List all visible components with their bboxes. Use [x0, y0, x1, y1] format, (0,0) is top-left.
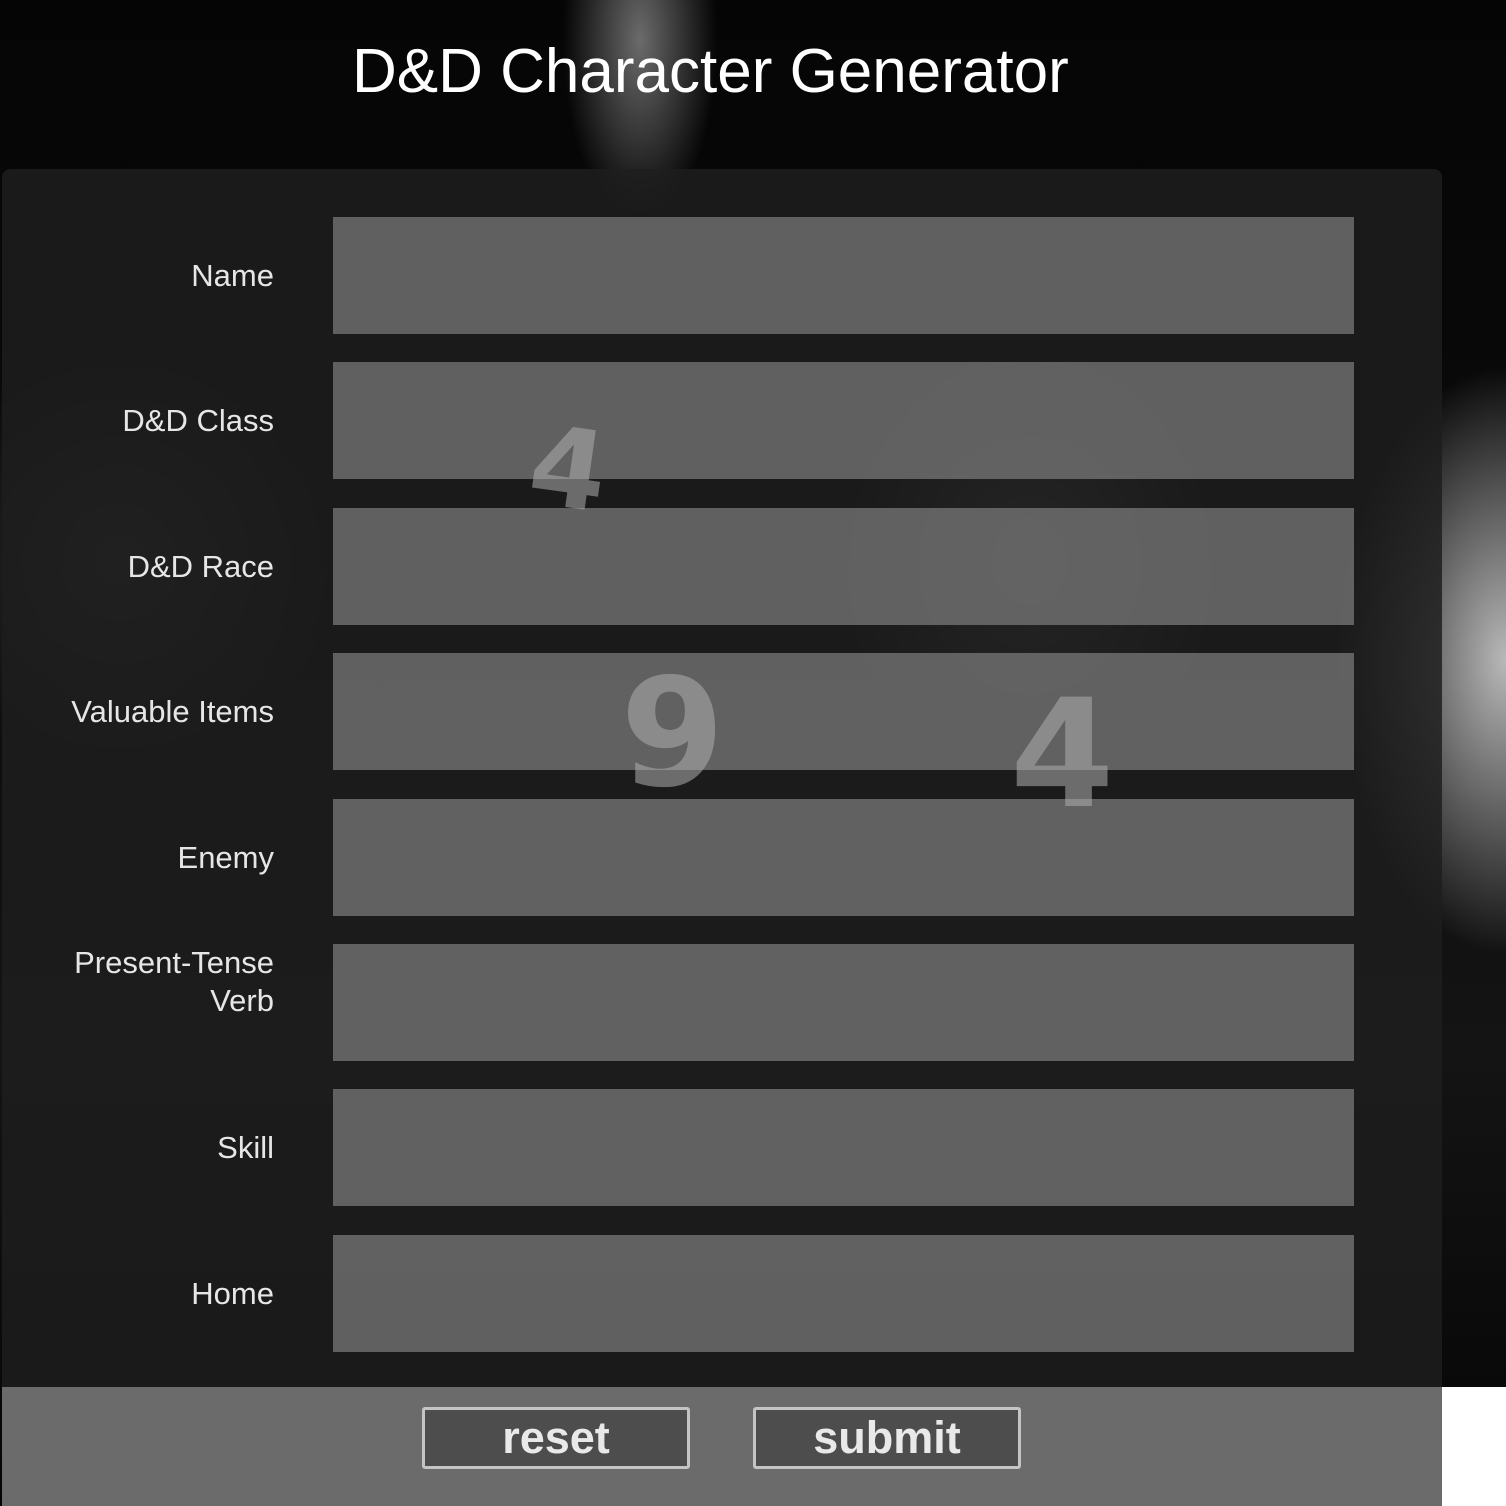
form-row-skill: Skill: [2, 1089, 1442, 1206]
class-label: D&D Class: [122, 402, 274, 438]
valuable-items-input[interactable]: [333, 653, 1354, 770]
name-label: Name: [191, 257, 274, 293]
form-row-home: Home: [2, 1235, 1442, 1352]
race-input[interactable]: [333, 508, 1354, 625]
form-row-verb: Present-Tense Verb: [2, 944, 1442, 1061]
home-label: Home: [191, 1275, 274, 1311]
form-row-class: D&D Class: [2, 362, 1442, 479]
valuable-items-label: Valuable Items: [71, 693, 274, 729]
verb-label: Present-Tense Verb: [74, 945, 274, 1018]
verb-input[interactable]: [333, 944, 1354, 1061]
background-image-edge: [1442, 1387, 1506, 1506]
race-label: D&D Race: [127, 548, 274, 584]
page-title: D&D Character Generator: [352, 37, 1069, 106]
form-actions: reset submit: [2, 1387, 1442, 1506]
character-form: Name D&D Class D&D Race Valuable Items E…: [2, 169, 1442, 1387]
form-row-race: D&D Race: [2, 508, 1442, 625]
form-row-enemy: Enemy: [2, 799, 1442, 916]
form-row-name: Name: [2, 217, 1442, 334]
reset-button[interactable]: reset: [422, 1407, 690, 1469]
class-input[interactable]: [333, 362, 1354, 479]
skill-input[interactable]: [333, 1089, 1354, 1206]
home-input[interactable]: [333, 1235, 1354, 1352]
enemy-label: Enemy: [177, 839, 274, 875]
form-row-valuable-items: Valuable Items: [2, 653, 1442, 770]
enemy-input[interactable]: [333, 799, 1354, 916]
submit-button[interactable]: submit: [753, 1407, 1021, 1469]
skill-label: Skill: [217, 1129, 274, 1165]
name-input[interactable]: [333, 217, 1354, 334]
